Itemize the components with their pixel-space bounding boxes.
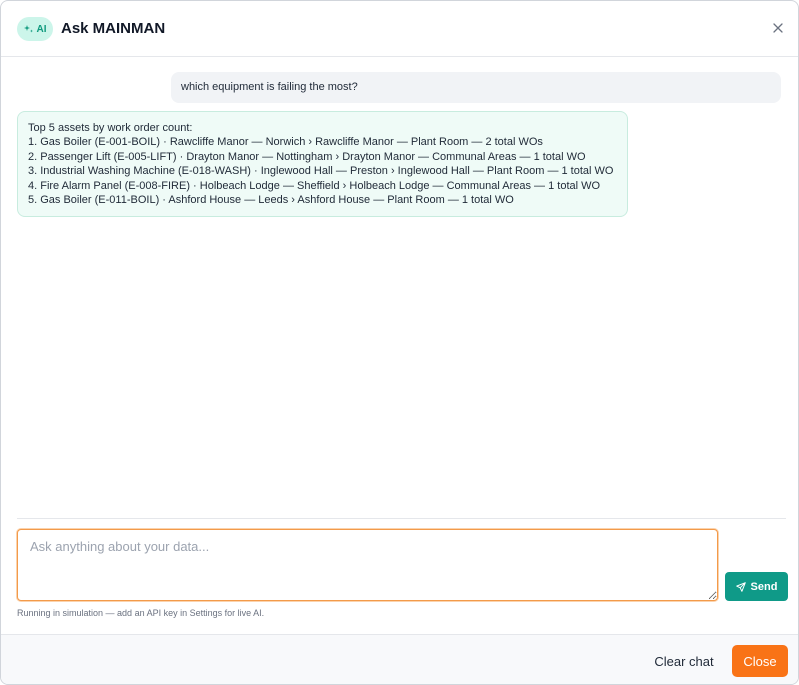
list-item: 3. Industrial Washing Machine (E-018-WAS… <box>28 165 614 178</box>
divider <box>17 518 786 519</box>
paper-plane-icon <box>735 581 746 592</box>
list-item: 2. Passenger Lift (E-005-LIFT) · Drayton… <box>28 150 586 163</box>
assistant-message-intro: Top 5 assets by work order count: <box>28 122 193 134</box>
sparkle-icon <box>23 25 33 33</box>
clear-chat-button[interactable]: Clear chat <box>645 645 723 677</box>
dialog-header: AI Ask MAINMAN <box>1 1 798 57</box>
list-item: 1. Gas Boiler (E-001-BOIL) · Rawcliffe M… <box>28 136 543 149</box>
close-icon[interactable] <box>770 20 786 36</box>
dialog-footer: Clear chat Close <box>1 634 798 684</box>
list-item: 5. Gas Boiler (E-011-BOIL) · Ashford Hou… <box>28 194 514 207</box>
message-list: which equipment is failing the most? Top… <box>1 58 798 518</box>
close-button[interactable]: Close <box>732 645 788 677</box>
composer: Send Running in simulation — add an API … <box>1 518 798 634</box>
send-button[interactable]: Send <box>725 572 788 601</box>
simulation-hint: Running in simulation — add an API key i… <box>17 608 265 618</box>
list-item: 4. Fire Alarm Panel (E-008-FIRE) · Holbe… <box>28 179 601 192</box>
chat-input[interactable] <box>17 529 718 601</box>
ai-badge: AI <box>17 17 53 41</box>
send-button-label: Send <box>750 580 778 593</box>
assistant-message: Top 5 assets by work order count: 1. Gas… <box>17 111 628 218</box>
user-message: which equipment is failing the most? <box>171 72 781 103</box>
dialog-title: Ask MAINMAN <box>61 20 166 37</box>
ai-badge-label: AI <box>36 23 47 35</box>
ask-mainman-dialog: AI Ask MAINMAN which equipment is failin… <box>0 0 799 685</box>
